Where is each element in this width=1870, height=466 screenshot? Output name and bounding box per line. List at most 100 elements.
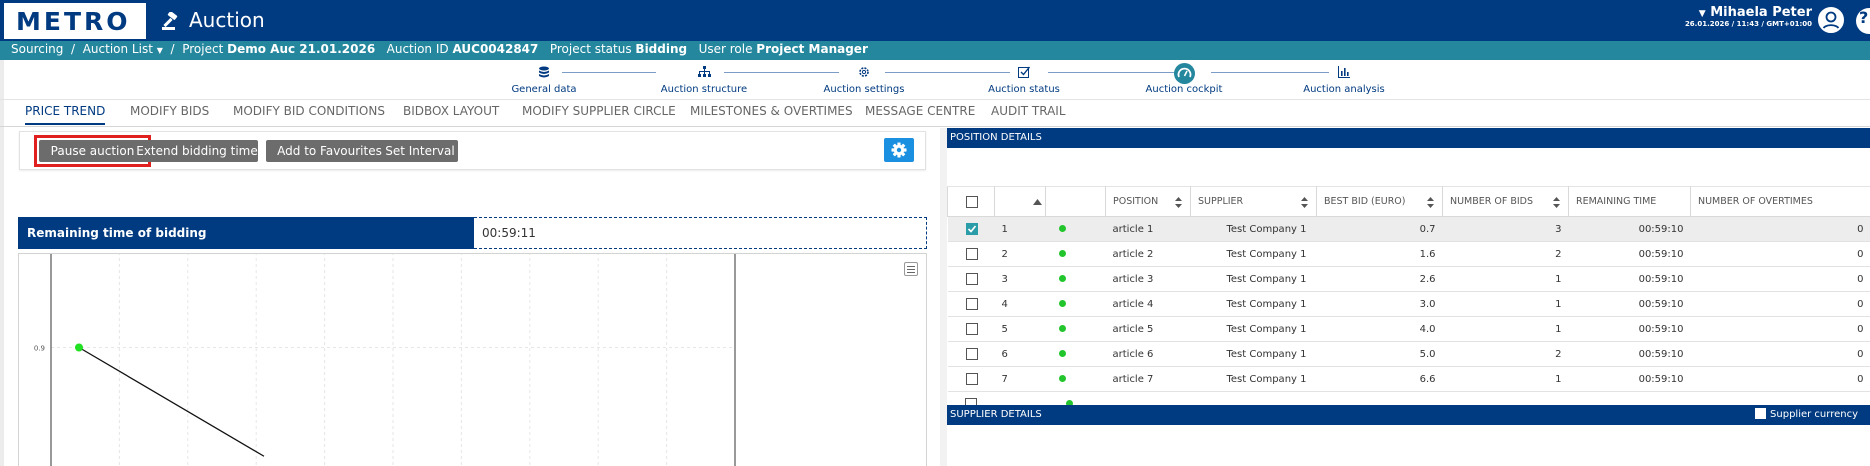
table-row[interactable]: 2 article 2 Test Company 1 1.6 2 00:59:10 0 xyxy=(947,241,1870,267)
row-select-cell xyxy=(947,316,995,342)
row-select-cell xyxy=(947,341,995,367)
top-header: METRO Auction ▼ Mihaela Peter 26.01.2026… xyxy=(0,0,1870,41)
row-status xyxy=(1045,216,1106,242)
tab-modify-bid-conditions[interactable]: MODIFY BID CONDITIONS xyxy=(233,104,385,123)
tab-audit-trail[interactable]: AUDIT TRAIL xyxy=(991,104,1066,123)
row-number: 2 xyxy=(994,241,1046,267)
row-select-cell xyxy=(947,366,995,392)
sort-icon xyxy=(1301,197,1308,208)
table-row[interactable]: 1 article 1 Test Company 1 0.7 3 00:59:10 0 xyxy=(947,216,1870,242)
hierarchy-icon xyxy=(697,66,711,77)
row-position: article 3 xyxy=(1105,266,1191,292)
user-icon xyxy=(1821,11,1841,31)
row-select-cell xyxy=(947,241,995,267)
tab-modify-bids[interactable]: MODIFY BIDS xyxy=(130,104,209,123)
row-status xyxy=(1045,266,1106,292)
position-column-header[interactable]: POSITION xyxy=(1105,186,1191,217)
row-number-of-overtimes: 0 xyxy=(1690,216,1870,242)
row-remaining-time: 00:59:10 xyxy=(1568,266,1691,292)
row-number: 3 xyxy=(994,266,1046,292)
step-auction-status[interactable]: Auction status xyxy=(944,64,1104,95)
row-best-bid: 0.7 xyxy=(1316,216,1443,242)
action-toolbar: Pause auction Extend bidding time Add to… xyxy=(19,131,926,170)
table-header-row: POSITION SUPPLIER BEST BID (EURO) NUMBER… xyxy=(947,186,1870,217)
position-details-header: POSITION DETAILS xyxy=(947,128,1870,148)
row-supplier: Test Company 1 xyxy=(1190,216,1317,242)
row-number-of-bids: 1 xyxy=(1442,316,1569,342)
remaining-time-value: 00:59:11 xyxy=(474,217,927,249)
user-info[interactable]: ▼ Mihaela Peter 26.01.2026 / 11:43 / GMT… xyxy=(1685,5,1812,28)
row-checkbox[interactable] xyxy=(965,223,978,235)
row-status xyxy=(1045,316,1106,342)
row-checkbox[interactable] xyxy=(965,298,978,310)
row-checkbox[interactable] xyxy=(965,248,978,260)
table-row[interactable]: 5 article 5 Test Company 1 4.0 1 00:59:10 0 xyxy=(947,316,1870,342)
row-checkbox[interactable] xyxy=(965,373,978,385)
tab-milestones-overtimes[interactable]: MILESTONES & OVERTIMES xyxy=(690,104,853,123)
help-icon[interactable]: ? xyxy=(1856,8,1870,34)
row-checkbox[interactable] xyxy=(965,323,978,335)
breadcrumb-auction-list[interactable]: Auction List xyxy=(83,42,153,56)
row-supplier: Test Company 1 xyxy=(1190,266,1317,292)
avatar[interactable] xyxy=(1818,7,1844,33)
status-header xyxy=(1045,186,1106,217)
project-status-label: Project status xyxy=(549,42,632,56)
step-label: Auction structure xyxy=(660,84,748,95)
status-dot-icon xyxy=(1058,374,1066,382)
price-trend-chart: 10.9 xyxy=(18,253,927,466)
step-label: General data xyxy=(511,84,577,95)
chevron-down-icon[interactable]: ▼ xyxy=(157,46,163,55)
table-row[interactable]: 3 article 3 Test Company 1 2.6 1 00:59:10 0 xyxy=(947,266,1870,292)
step-auction-structure[interactable]: Auction structure xyxy=(624,64,784,95)
tab-modify-supplier-circle[interactable]: MODIFY SUPPLIER CIRCLE xyxy=(522,104,676,123)
number-of-bids-column-header[interactable]: NUMBER OF BIDS xyxy=(1442,186,1569,217)
step-auction-settings[interactable]: Auction settings xyxy=(784,64,944,95)
row-number-of-overtimes: 0 xyxy=(1690,291,1870,317)
sort-icon xyxy=(1175,197,1182,208)
row-checkbox[interactable] xyxy=(965,273,978,285)
table-row[interactable]: 4 article 4 Test Company 1 3.0 1 00:59:10 0 xyxy=(947,291,1870,317)
auction-id-label: Auction ID xyxy=(386,42,449,56)
step-general-data[interactable]: General data xyxy=(464,64,624,95)
extend-bidding-time-button[interactable]: Extend bidding time xyxy=(136,140,258,162)
row-position: article 5 xyxy=(1105,316,1191,342)
pause-auction-button[interactable]: Pause auction xyxy=(39,140,146,162)
select-all-checkbox[interactable] xyxy=(966,195,978,208)
row-status xyxy=(1045,291,1106,317)
supplier-column-header[interactable]: SUPPLIER xyxy=(1190,186,1317,217)
breadcrumb-sourcing[interactable]: Sourcing xyxy=(11,42,63,56)
tab-price-trend[interactable]: PRICE TREND xyxy=(25,104,106,125)
status-dot-icon xyxy=(1058,274,1066,282)
row-checkbox[interactable] xyxy=(965,348,978,360)
add-to-favourites-button[interactable]: Add to Favourites xyxy=(266,140,393,162)
bar-chart-icon xyxy=(1338,66,1350,78)
status-dot-icon xyxy=(1058,349,1066,357)
tab-bidbox-layout[interactable]: BIDBOX LAYOUT xyxy=(403,104,499,123)
row-position: article 6 xyxy=(1105,341,1191,367)
row-number-of-bids: 1 xyxy=(1442,291,1569,317)
supplier-currency-checkbox[interactable] xyxy=(1755,408,1767,419)
row-select-cell xyxy=(947,266,995,292)
number-header[interactable] xyxy=(994,186,1046,217)
table-row[interactable]: 6 article 6 Test Company 1 5.0 2 00:59:10 0 xyxy=(947,341,1870,367)
step-auction-analysis[interactable]: Auction analysis xyxy=(1264,64,1424,95)
tab-message-centre[interactable]: MESSAGE CENTRE xyxy=(865,104,975,123)
status-dot-icon xyxy=(1058,324,1066,332)
metro-logo[interactable]: METRO xyxy=(4,3,146,39)
row-supplier: Test Company 1 xyxy=(1190,291,1317,317)
row-number-of-bids: 3 xyxy=(1442,216,1569,242)
step-auction-cockpit[interactable]: Auction cockpit xyxy=(1104,62,1264,95)
row-best-bid: 1.6 xyxy=(1316,241,1443,267)
panel-divider[interactable] xyxy=(940,128,947,466)
number-of-overtimes-column-header[interactable]: NUMBER OF OVERTIMES xyxy=(1690,186,1870,217)
remaining-time-column-header[interactable]: REMAINING TIME xyxy=(1568,186,1691,217)
supplier-currency-toggle[interactable]: Supplier currency xyxy=(1755,408,1858,422)
table-row[interactable]: 7 article 7 Test Company 1 6.6 1 00:59:10 0 xyxy=(947,366,1870,392)
settings-button[interactable] xyxy=(884,138,914,162)
row-best-bid: 5.0 xyxy=(1316,341,1443,367)
set-interval-button[interactable]: Set Interval xyxy=(382,140,458,162)
best-bid-column-header[interactable]: BEST BID (EURO) xyxy=(1316,186,1443,217)
row-select-cell xyxy=(947,216,995,242)
chart-plot: 10.9 xyxy=(34,254,736,466)
row-number: 4 xyxy=(994,291,1046,317)
